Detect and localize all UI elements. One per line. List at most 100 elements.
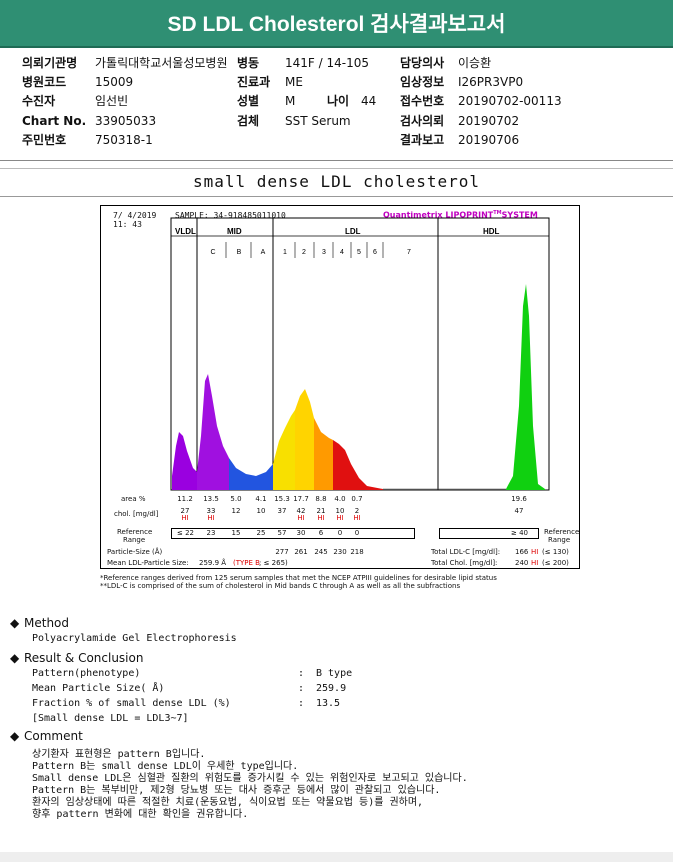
patient-info: 의뢰기관명 가톨릭대학교서울성모병원 병동 141F / 14-105 담당의사… <box>0 56 673 151</box>
midba-peak <box>229 458 273 490</box>
info-label: 병동 <box>237 56 260 70</box>
info-label: 담당의사 <box>400 56 445 70</box>
row-label-range-right: Range <box>548 536 571 544</box>
midc-peak <box>197 374 229 490</box>
row-label-particle: Particle-Size (Å) <box>107 548 163 556</box>
chol-cell: 47 <box>514 507 524 515</box>
result-value: B type <box>316 668 353 679</box>
chol-flag: HI <box>353 514 361 522</box>
row-label-range: Range <box>123 536 146 544</box>
result-colon: : <box>298 668 305 679</box>
particle-cell: 218 <box>350 548 364 556</box>
group-label-mid: MID <box>227 227 242 236</box>
divider <box>0 196 673 197</box>
area-cell: 19.6 <box>511 495 527 503</box>
total-ldl-label: Total LDL-C [mg/dl]: <box>431 548 501 556</box>
section-title: small dense LDL cholesterol <box>192 172 481 191</box>
age-label: 나이 <box>327 94 350 108</box>
group-label-hdl: HDL <box>483 227 500 236</box>
info-label: 병원코드 <box>22 75 67 89</box>
info-label: 임상정보 <box>400 75 445 89</box>
info-label: 수진자 <box>22 94 56 108</box>
total-chol-label: Total Chol. [mg/dl]: <box>431 559 498 567</box>
group-label-ldl: LDL <box>345 227 361 236</box>
page-footer-bar <box>0 852 673 862</box>
fraction-label: 6 <box>373 249 377 256</box>
info-label: 주민번호 <box>22 133 67 147</box>
info-value: 33905033 <box>95 114 157 128</box>
info-label: 검사의뢰 <box>400 114 445 128</box>
info-value: I26PR3VP0 <box>458 75 524 89</box>
vldl-peak <box>172 432 197 490</box>
info-label: 성별 <box>237 94 260 108</box>
row-label-area: area % <box>121 495 146 503</box>
method-text: Polyacrylamide Gel Electrophoresis <box>32 633 237 644</box>
info-label: 검체 <box>237 114 260 128</box>
chol-cell: 12 <box>231 507 241 515</box>
result-label: Pattern(phenotype) <box>32 668 141 679</box>
report-title: SD LDL Cholesterol 검사결과보고서 <box>0 0 673 48</box>
area-cell: 4.0 <box>334 495 346 503</box>
ref-cell: 30 <box>296 529 306 537</box>
info-value: ME <box>285 75 303 89</box>
fraction-label: 4 <box>340 249 344 256</box>
fraction-label: 3 <box>322 249 326 256</box>
info-value: 20190702 <box>458 114 520 128</box>
fraction-label: C <box>210 249 215 256</box>
info-value: 임선빈 <box>95 94 129 108</box>
area-cell: 0.7 <box>351 495 363 503</box>
total-chol-ref: (≤ 200) <box>542 559 569 567</box>
total-chol-flag: HI <box>531 559 539 567</box>
footnote: *Reference ranges derived from 125 serum… <box>100 574 497 582</box>
area-cell: 8.8 <box>315 495 327 503</box>
lipoprint-chart: 7/ 4/2019 11: 43 SAMPLE: 34-918485011010… <box>100 205 580 569</box>
info-label: 결과보고 <box>400 133 445 147</box>
area-cell: 11.2 <box>177 495 193 503</box>
info-value: 15009 <box>95 75 134 89</box>
ref-cell: 6 <box>318 529 324 537</box>
mean-limit: ; ≤ 265) <box>259 559 288 567</box>
row-label-ref: Reference <box>117 528 153 536</box>
info-label: 접수번호 <box>400 94 445 108</box>
area-cell: 17.7 <box>293 495 309 503</box>
chol-flag: HI <box>207 514 215 522</box>
result-colon: : <box>298 683 305 694</box>
info-value: 750318-1 <box>95 133 153 147</box>
info-label: 진료과 <box>237 75 271 89</box>
total-ldl-ref: (≤ 130) <box>542 548 569 556</box>
chol-cell: 37 <box>277 507 287 515</box>
chol-flag: HI <box>317 514 325 522</box>
result-label: Mean Particle Size( Å) <box>32 683 165 694</box>
ref-cell: 23 <box>206 529 216 537</box>
result-title: Result & Conclusion <box>24 651 144 665</box>
ref-cell: 57 <box>277 529 287 537</box>
area-cell: 13.5 <box>203 495 219 503</box>
info-value: 가톨릭대학교서울성모병원 <box>95 56 228 70</box>
particle-cell: 261 <box>294 548 308 556</box>
area-cell: 5.0 <box>230 495 242 503</box>
ref-cell: 0 <box>354 529 360 537</box>
mean-type: (TYPE B <box>233 559 260 567</box>
chol-cell: 10 <box>256 507 266 515</box>
total-chol-value: 240 <box>515 559 529 567</box>
area-cell: 4.1 <box>255 495 267 503</box>
total-ldl-flag: HI <box>531 548 539 556</box>
diamond-icon: ◆ <box>10 616 20 630</box>
age-value: 44 <box>361 94 377 108</box>
ldl4-peak <box>333 440 383 490</box>
ref-cell: 0 <box>337 529 343 537</box>
comment-title: Comment <box>24 729 83 743</box>
info-value: M <box>285 94 296 108</box>
plot-frame <box>170 217 550 491</box>
particle-cell: 230 <box>333 548 347 556</box>
result-colon: : <box>298 698 305 709</box>
result-value: 13.5 <box>316 698 341 709</box>
comment-line: 향후 pattern 변화에 대한 확인을 권유합니다. <box>32 809 249 820</box>
diamond-icon: ◆ <box>10 729 20 743</box>
info-value: 20190706 <box>458 133 520 147</box>
hdl-peak <box>506 284 545 490</box>
info-label: Chart No. <box>22 114 87 128</box>
fraction-label: 7 <box>407 249 411 256</box>
row-label-ref-right: Reference <box>544 528 580 536</box>
result-heading: ◆ Result & Conclusion <box>10 651 143 665</box>
